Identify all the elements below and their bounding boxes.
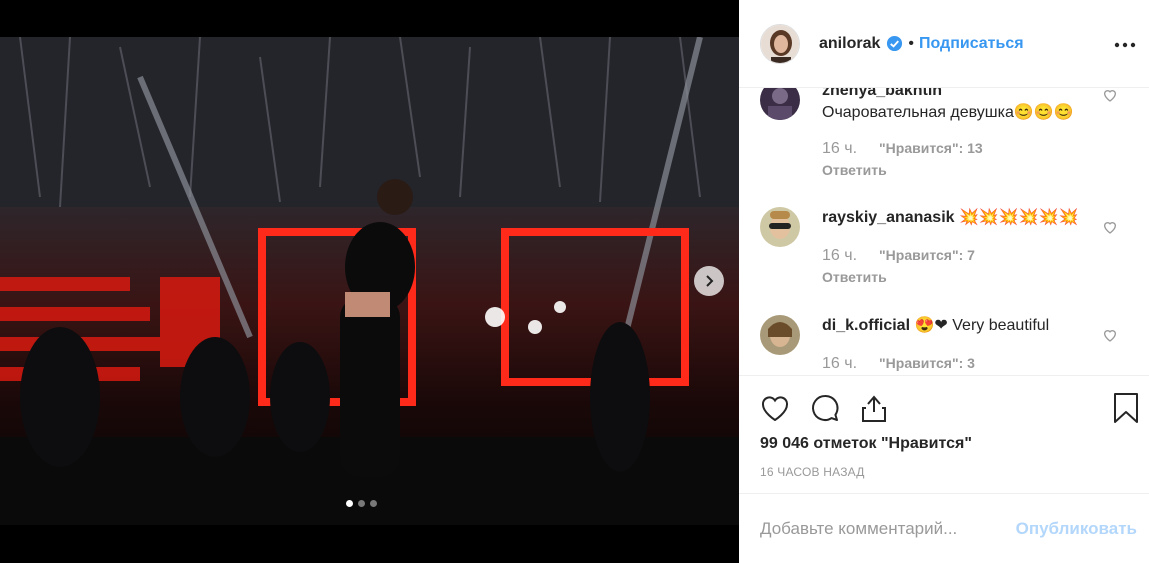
next-arrow-icon (706, 275, 714, 287)
comment-input[interactable] (760, 518, 1016, 539)
carousel-dot (358, 500, 365, 507)
comment-body: rayskiy_ananasik 💥💥💥💥💥💥 (822, 207, 1112, 229)
comments-list[interactable]: zhenya_bakhtin Очаровательная девушка😊😊😊… (739, 88, 1149, 375)
commenter-avatar-image (760, 207, 800, 247)
comment-icon[interactable] (809, 392, 841, 424)
commenter-avatar[interactable] (760, 315, 800, 355)
follow-button[interactable]: Подписаться (919, 35, 1024, 53)
post-details-panel: anilorak • Подписаться zhenya_bakhtin Оч… (739, 0, 1149, 563)
next-slide-button[interactable] (694, 266, 724, 296)
comment-meta: 16 ч. "Нравится": 7 (822, 247, 975, 265)
heart-icon[interactable] (759, 392, 791, 424)
comment-likes[interactable]: "Нравится": 3 (879, 355, 975, 371)
post-header: anilorak • Подписаться (739, 0, 1149, 88)
comment-time: 16 ч. (822, 140, 858, 157)
commenter-avatar-image (760, 88, 800, 120)
commenter-avatar[interactable] (760, 88, 800, 120)
comment-text: Очаровательная девушка😊😊😊 (822, 104, 1074, 121)
carousel-dot (370, 500, 377, 507)
commenter-avatar[interactable] (760, 207, 800, 247)
heart-icon[interactable] (1102, 327, 1118, 343)
carousel-indicator (346, 500, 377, 507)
likes-count[interactable]: 99 046 отметок "Нравится" (760, 435, 972, 453)
comment-body: zhenya_bakhtin Очаровательная девушка😊😊😊 (822, 88, 1112, 124)
comment-username[interactable]: di_k.official (822, 317, 910, 334)
comment-time: 16 ч. (822, 355, 858, 372)
share-icon[interactable] (858, 392, 890, 424)
media-viewer (0, 0, 739, 563)
commenter-avatar-image (760, 315, 800, 355)
post-timestamp[interactable]: 16 ЧАСОВ НАЗАД (760, 465, 865, 479)
comment-username[interactable]: rayskiy_ananasik (822, 209, 955, 226)
comment-likes[interactable]: "Нравится": 13 (879, 140, 983, 156)
comment-meta: 16 ч. "Нравится": 13 (822, 140, 983, 158)
comment-body: di_k.official 😍❤ Very beautiful (822, 315, 1112, 337)
comment-text: 💥💥💥💥💥💥 (959, 209, 1079, 226)
comment-username[interactable]: zhenya_bakhtin (822, 88, 942, 99)
reply-button[interactable]: Ответить (822, 269, 887, 285)
post-photo (0, 37, 739, 525)
author-avatar-image (761, 24, 799, 63)
author-username[interactable]: anilorak (819, 35, 880, 53)
comment-time: 16 ч. (822, 247, 858, 264)
post-actions: 99 046 отметок "Нравится" 16 ЧАСОВ НАЗАД (739, 375, 1149, 493)
comment-likes[interactable]: "Нравится": 7 (879, 247, 975, 263)
bookmark-icon[interactable] (1110, 392, 1142, 424)
separator-bullet: • (908, 34, 914, 52)
publish-button[interactable]: Опубликовать (1016, 519, 1137, 539)
verified-icon (887, 35, 903, 52)
heart-icon[interactable] (1102, 88, 1118, 103)
comment-text: 😍❤ Very beautiful (914, 317, 1050, 334)
author-avatar[interactable] (760, 23, 800, 64)
heart-icon[interactable] (1102, 219, 1118, 235)
comment-meta: 16 ч. "Нравится": 3 (822, 355, 975, 373)
more-options-icon[interactable] (1113, 35, 1137, 55)
add-comment-bar: Опубликовать (739, 493, 1149, 563)
carousel-dot (346, 500, 353, 507)
concert-stage-image (0, 37, 739, 525)
reply-button[interactable]: Ответить (822, 162, 887, 178)
